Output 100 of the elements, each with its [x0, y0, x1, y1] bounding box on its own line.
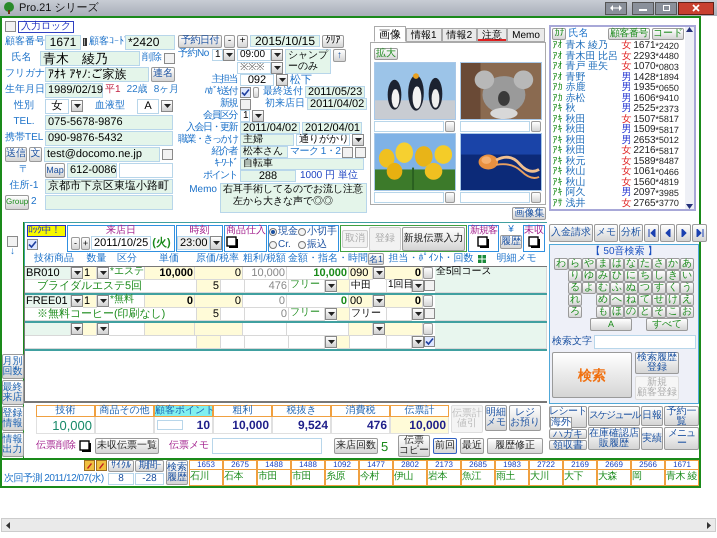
kana-button[interactable]: り: [568, 270, 582, 282]
map-button[interactable]: Map: [45, 162, 65, 178]
kana-button[interactable]: と: [638, 306, 652, 318]
kana-button[interactable]: う: [680, 282, 694, 294]
input-field[interactable]: 2015/10/15: [250, 35, 320, 47]
left-arrow-icon[interactable]: [6, 522, 10, 528]
table-cell[interactable]: [349, 323, 373, 336]
small-button[interactable]: [445, 121, 455, 132]
reservation-date-button[interactable]: 予約日付: [178, 34, 222, 48]
last-record-button[interactable]: [692, 224, 707, 242]
table-cell[interactable]: 0: [243, 295, 287, 308]
table-cell[interactable]: [387, 308, 412, 321]
history-button[interactable]: 履歴: [500, 235, 522, 249]
checkbox[interactable]: [164, 52, 175, 64]
delete-slip-button[interactable]: [79, 440, 92, 452]
previous-button[interactable]: 前回: [433, 438, 458, 454]
input-field[interactable]: 075-5678-9876: [45, 114, 173, 130]
tool-button[interactable]: 分析: [619, 224, 643, 242]
checkbox[interactable]: [27, 239, 38, 250]
kana-button[interactable]: み: [596, 270, 610, 282]
number-sort-button[interactable]: 顧客番号: [608, 28, 650, 40]
table-cell[interactable]: 0: [287, 295, 349, 308]
input-field[interactable]: [119, 162, 173, 178]
action-button[interactable]: 新規伝票入力: [402, 226, 465, 250]
all-button[interactable]: すべて: [646, 318, 688, 331]
kana-button[interactable]: く: [666, 282, 680, 294]
small-button[interactable]: [530, 121, 541, 132]
dropdown-button[interactable]: [271, 49, 283, 61]
menu-field[interactable]: シャンプーのみ: [285, 49, 331, 74]
input-field[interactable]: A: [137, 98, 159, 114]
input-field[interactable]: [212, 438, 322, 454]
side-tab[interactable]: 登録情報: [2, 406, 24, 431]
radio-button[interactable]: 現金: [269, 227, 298, 238]
table-cell[interactable]: [195, 323, 243, 336]
history-cell[interactable]: 1653 石川: [189, 460, 223, 486]
table-cell[interactable]: BR010: [25, 267, 71, 280]
input-field[interactable]: 通りがかり: [296, 134, 350, 146]
table-cell[interactable]: ※無料コーヒー(印刷なし): [25, 308, 197, 321]
history-cell[interactable]: 1092 糸原: [325, 460, 359, 486]
register-button[interactable]: レジ お預り: [509, 405, 541, 431]
checkbox[interactable]: [162, 148, 173, 160]
minimize-button[interactable]: [632, 2, 654, 14]
input-field[interactable]: 1: [212, 49, 223, 61]
list-row[interactable]: ｱｷ 秋山 女 1061*0466: [552, 166, 684, 178]
code-sort-button[interactable]: コード: [652, 28, 684, 40]
table-cell[interactable]: [221, 308, 245, 321]
period-button[interactable]: 期間ｰ: [135, 460, 164, 472]
input-field[interactable]: ※※※: [237, 62, 271, 74]
kana-button[interactable]: れ: [568, 294, 582, 306]
unpaid-list-button[interactable]: 未収伝票一覧: [95, 438, 159, 454]
table-cell[interactable]: *エステ: [109, 267, 145, 280]
table-cell[interactable]: [221, 336, 245, 349]
maximize-button[interactable]: [655, 2, 677, 14]
kana-button[interactable]: き: [666, 270, 680, 282]
kana-button[interactable]: せ: [652, 294, 666, 306]
table-cell[interactable]: 0: [385, 267, 423, 280]
table-cell[interactable]: ブライダルエステ5回: [25, 280, 197, 293]
input-field[interactable]: [157, 420, 183, 430]
history-cell[interactable]: 1488 市田: [257, 460, 291, 486]
table-cell[interactable]: 1回目: [387, 280, 412, 293]
dropdown-button[interactable]: [97, 323, 109, 335]
table-cell[interactable]: [287, 323, 349, 336]
kana-button[interactable]: ひ: [610, 270, 624, 282]
dropdown-button[interactable]: [97, 267, 109, 279]
input-field[interactable]: [594, 335, 696, 349]
table-cell[interactable]: 中田: [350, 280, 387, 293]
small-button[interactable]: [445, 192, 455, 203]
input-field[interactable]: 092: [240, 74, 274, 86]
input-field[interactable]: [374, 121, 444, 132]
menu-button[interactable]: メニュー: [664, 427, 699, 450]
table-cell[interactable]: 10,000: [287, 267, 349, 280]
radio-button[interactable]: Cr.: [269, 240, 298, 250]
tab[interactable]: 情報1: [406, 28, 442, 42]
list-row[interactable]: ｱｶ 赤松 男 1606*9410: [552, 93, 684, 104]
stock-button[interactable]: [226, 236, 239, 249]
list-row[interactable]: ｱｷ 秋元 女 1589*8487: [552, 156, 684, 167]
history-cell[interactable]: 1671 青木 綾: [665, 460, 699, 486]
input-field[interactable]: 2012/04/01: [302, 122, 362, 134]
checkbox[interactable]: [424, 280, 435, 291]
table-cell[interactable]: [245, 336, 289, 349]
dropdown-button[interactable]: [223, 49, 235, 61]
kana-button[interactable]: こ: [666, 306, 680, 318]
table-cell[interactable]: [337, 336, 350, 349]
kana-button[interactable]: た: [638, 258, 652, 270]
history-cell[interactable]: 1488 市田: [291, 460, 325, 486]
kana-button[interactable]: ぬ: [624, 282, 638, 294]
checkbox[interactable]: [240, 86, 251, 98]
table-cell[interactable]: フリー: [289, 280, 325, 293]
tab[interactable]: 注意: [477, 28, 508, 42]
side-tab[interactable]: 月別回数: [2, 354, 24, 379]
table-cell[interactable]: [197, 336, 221, 349]
small-button[interactable]: [530, 192, 541, 203]
table-cell[interactable]: [385, 323, 423, 336]
table-cell[interactable]: [289, 336, 325, 349]
memo-cell[interactable]: 全5回コース: [435, 267, 547, 293]
alpha-button[interactable]: A: [590, 318, 632, 331]
detail-memo-button[interactable]: 明細メモ: [485, 405, 507, 431]
dropdown-button[interactable]: [412, 336, 424, 348]
stock-history-button[interactable]: 在庫確認店販履歴: [588, 427, 640, 450]
plus-button[interactable]: +: [81, 236, 90, 250]
